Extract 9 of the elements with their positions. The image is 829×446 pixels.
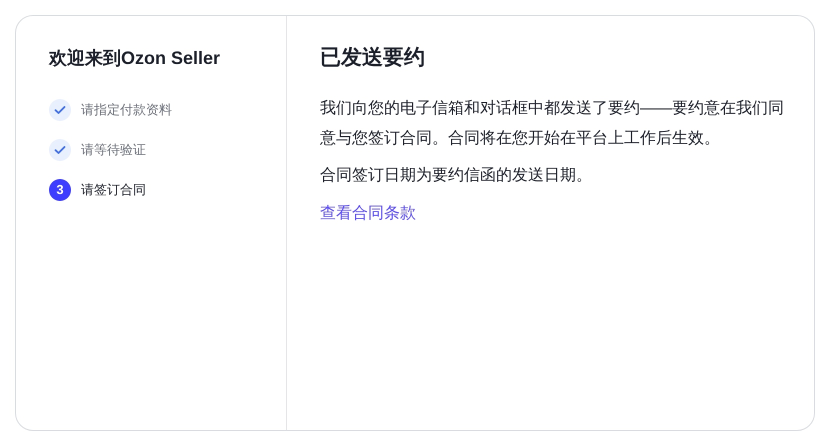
terms-link[interactable]: 查看合同条款 [320, 202, 416, 226]
step-label: 请签订合同 [81, 180, 146, 199]
step-label: 请等待验证 [81, 140, 146, 159]
sidebar-title: 欢迎来到Ozon Seller [49, 48, 222, 70]
paragraph: 合同签订日期为要约信函的发送日期。 [320, 166, 593, 186]
step-label: 请指定付款资料 [81, 100, 172, 119]
paragraph: 我们向您的电子信箱和对话框中都发送了要约——要约意在我们同意与您签订合同。合同将在您开始在平台上工作后生效。 [320, 98, 784, 150]
main-title: 已发送要约 [320, 45, 426, 70]
step-number: 3 [49, 178, 71, 201]
